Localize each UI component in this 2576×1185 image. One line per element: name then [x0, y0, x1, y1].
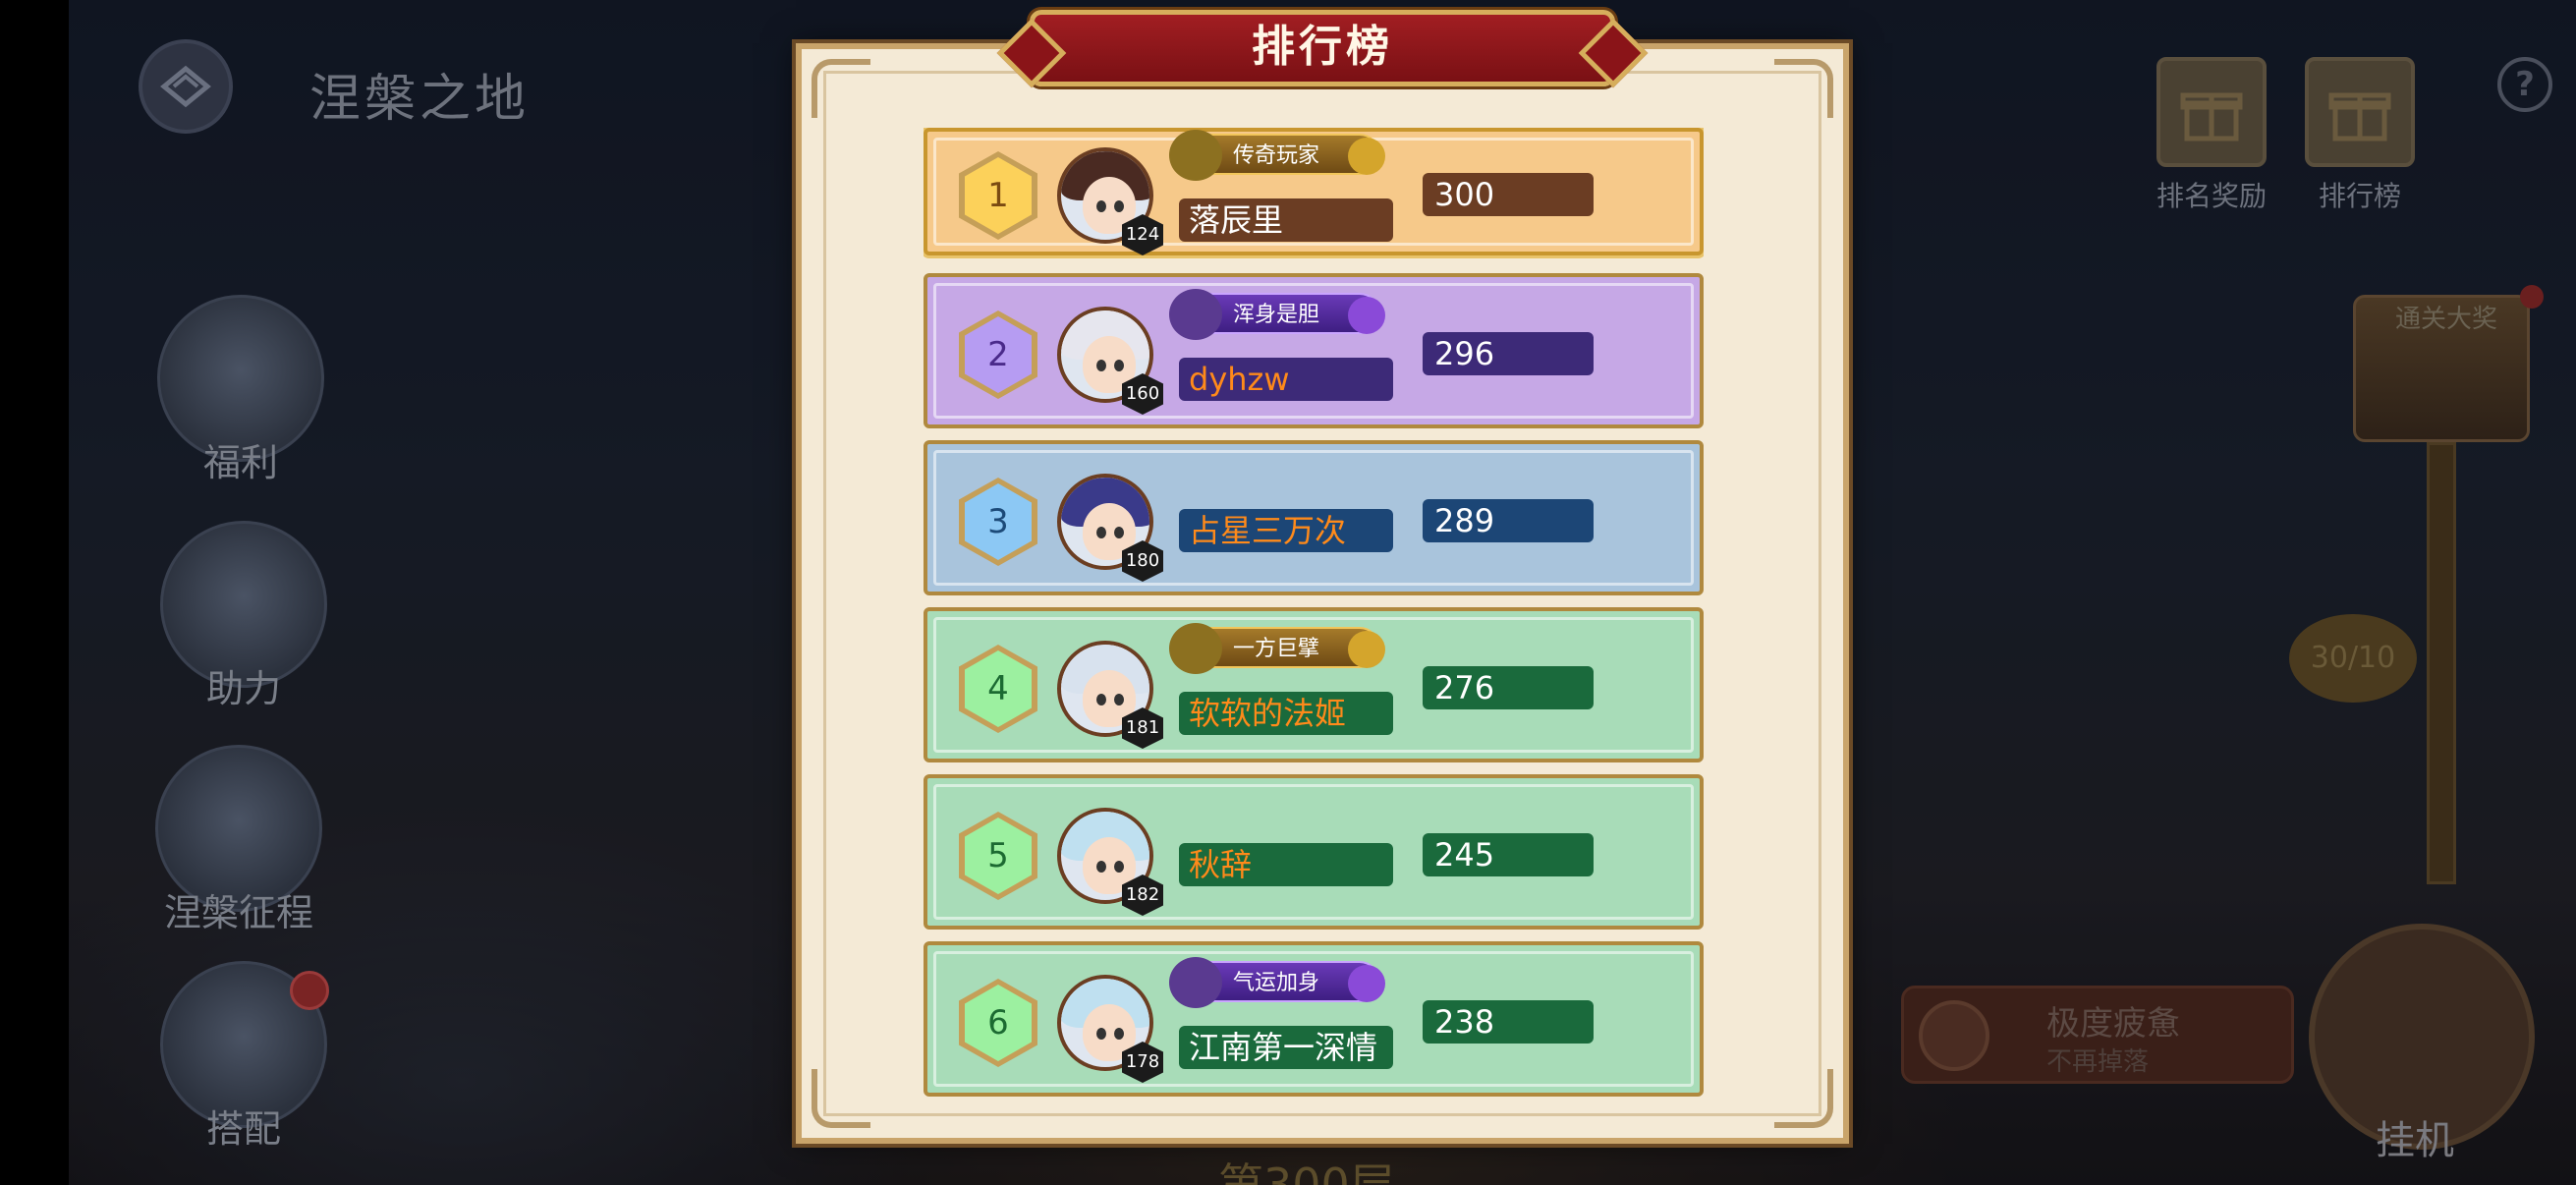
side-button-journey[interactable]: 涅槃征程	[140, 745, 337, 936]
floor-label: 第300层	[1218, 1158, 1395, 1185]
player-score: 300	[1423, 173, 1594, 216]
rank-list-label: 排行榜	[2318, 180, 2401, 212]
rank-reward-label: 排名奖励	[2156, 180, 2267, 212]
player-title-tag: 气运加身	[1169, 957, 1385, 1008]
player-title-text: 传奇玩家	[1232, 143, 1319, 168]
fatigue-icon	[1919, 1000, 1989, 1071]
leaderboard-row[interactable]: 6 178 气运加身 江南第一深情 238	[924, 941, 1704, 1097]
rank-number: 4	[965, 650, 1032, 727]
player-score: 296	[1423, 332, 1594, 375]
rank-number: 1	[965, 157, 1032, 234]
gold-coins-icon	[1169, 130, 1222, 181]
rank-number: 5	[965, 818, 1032, 894]
leaderboard-row[interactable]: 2 160 浑身是胆 dyhzw 296	[924, 273, 1704, 428]
rank-number: 3	[965, 483, 1032, 560]
orb-icon	[1348, 965, 1385, 1002]
spellbook-icon	[1169, 957, 1222, 1008]
back-arrow-icon	[160, 65, 211, 108]
back-button[interactable]	[139, 39, 233, 134]
leaderboard-row[interactable]: 4 181 一方巨擘 软软的法姬 276	[924, 607, 1704, 762]
player-title-text: 浑身是胆	[1232, 303, 1319, 327]
leaderboard-row[interactable]: 1 124 传奇玩家 落辰里 300	[924, 128, 1704, 255]
side-button-label: 福利	[202, 441, 278, 484]
rank-number: 6	[965, 985, 1032, 1061]
player-score: 276	[1423, 666, 1594, 709]
spellbook-icon	[1169, 289, 1222, 340]
leaderboard-title-banner: 排行榜	[1030, 10, 1615, 86]
idle-label: 挂机	[2376, 1118, 2454, 1163]
gift-box-icon	[2328, 92, 2391, 141]
player-name: 落辰里	[1179, 198, 1393, 242]
player-title-text: 气运加身	[1232, 971, 1319, 995]
side-button-assist[interactable]: 助力	[145, 521, 342, 712]
player-score: 245	[1423, 833, 1594, 876]
leaderboard-row[interactable]: 3 180 占星三万次 289	[924, 440, 1704, 595]
player-name: 江南第一深情	[1179, 1026, 1393, 1069]
notification-dot	[290, 971, 329, 1010]
side-button-label: 涅槃征程	[163, 891, 313, 934]
coin-icon	[1348, 138, 1385, 175]
fatigue-subtitle: 不再掉落	[2046, 1047, 2150, 1077]
help-button[interactable]: ?	[2497, 57, 2552, 112]
fatigue-title: 极度疲惫	[2046, 1004, 2180, 1044]
fatigue-status: 极度疲惫 不再掉落	[1901, 986, 2294, 1084]
player-score: 289	[1423, 499, 1594, 542]
player-title-tag: 一方巨擘	[1169, 623, 1385, 674]
orb-icon	[1348, 297, 1385, 334]
leaderboard-row[interactable]: 5 182 秋辞 245	[924, 774, 1704, 930]
clear-reward-label: 通关大奖	[2395, 305, 2498, 334]
side-button-label: 搭配	[205, 1107, 281, 1151]
player-name: 软软的法姬	[1179, 692, 1393, 735]
floor-progress-tag: 30/10	[2289, 614, 2417, 703]
player-name: dyhzw	[1179, 358, 1393, 401]
notification-dot	[2520, 285, 2544, 309]
floor-progress-rail	[2427, 442, 2456, 884]
player-title-text: 一方巨擘	[1232, 637, 1319, 661]
player-name: 秋辞	[1179, 843, 1393, 886]
rank-list-button[interactable]: 排行榜	[2305, 57, 2415, 214]
player-name: 占星三万次	[1179, 509, 1393, 552]
gold-coins-icon	[1169, 623, 1222, 674]
gift-box-icon	[2180, 92, 2243, 141]
player-score: 238	[1423, 1000, 1594, 1044]
rank-reward-button[interactable]: 排名奖励	[2156, 57, 2267, 214]
side-button-welfare[interactable]: 福利	[142, 295, 339, 486]
coin-icon	[1348, 631, 1385, 668]
player-title-tag: 浑身是胆	[1169, 289, 1385, 340]
leaderboard-title: 排行榜	[1252, 22, 1393, 72]
leaderboard-list[interactable]: 1 124 传奇玩家 落辰里 300 2 160 浑身是胆 dyhzw 296 3 180 占星三万次 2…	[924, 128, 1704, 1112]
stage-title: 涅槃之地	[309, 70, 531, 129]
side-button-label: 助力	[205, 667, 281, 710]
rank-number: 2	[965, 316, 1032, 393]
player-title-tag: 传奇玩家	[1169, 130, 1385, 181]
